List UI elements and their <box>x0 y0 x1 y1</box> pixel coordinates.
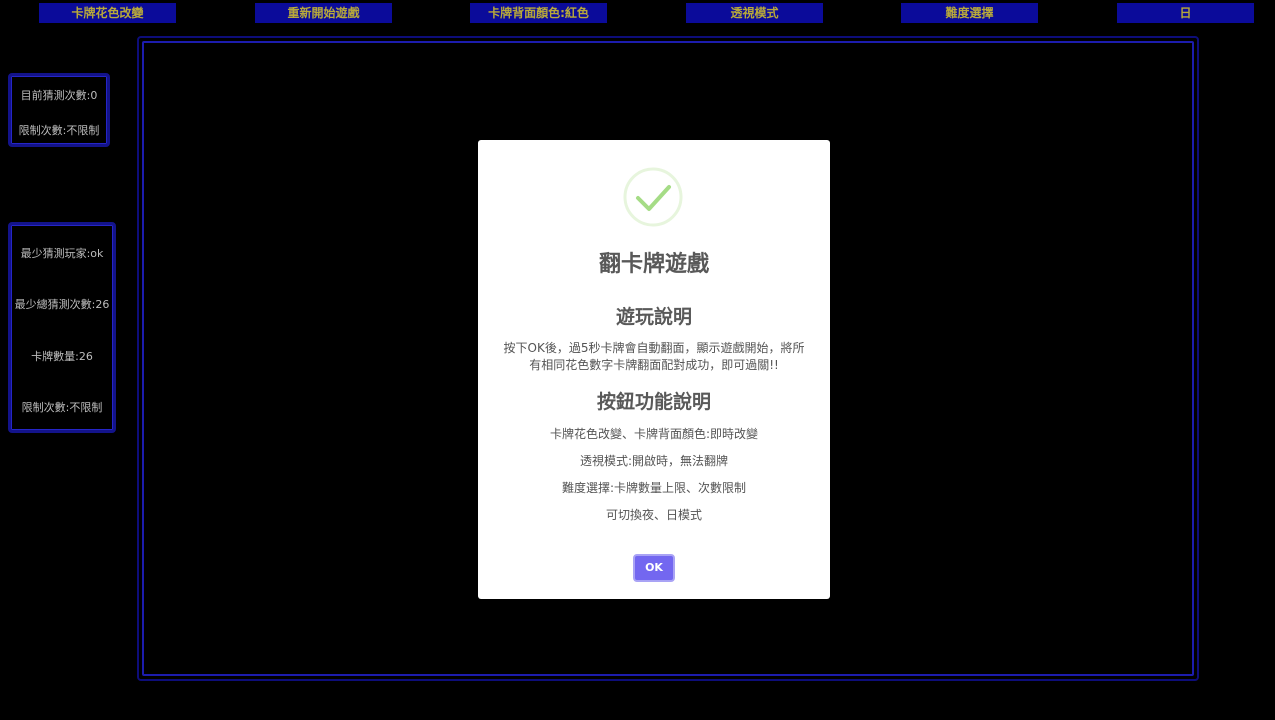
howto-text: 按下OK後，過5秒卡牌會自動翻面，顯示遊戲開始，將所有相同花色數字卡牌翻面配對成… <box>503 341 805 372</box>
status-panel: 目前猜測次數:0 限制次數:不限制 <box>8 73 110 147</box>
restart-button[interactable]: 重新開始遊戲 <box>255 3 392 23</box>
help-line: 可切換夜、日模式 <box>605 508 702 522</box>
best-total-guesses: 最少總猜測次數:26 <box>14 298 110 311</box>
buttons-title: 按鈕功能說明 <box>596 391 711 413</box>
best-player: 最少猜測玩家:ok <box>20 247 104 260</box>
help-line: 卡牌花色改變、卡牌背面顏色:即時改變 <box>549 427 759 441</box>
check-icon <box>623 167 683 227</box>
dialog-title: 翻卡牌遊戲 <box>598 252 709 277</box>
howto-title: 遊玩說明 <box>615 306 692 328</box>
record-limit: 限制次數:不限制 <box>21 401 103 414</box>
guess-limit: 限制次數:不限制 <box>18 124 100 137</box>
guess-count: 目前猜測次數:0 <box>20 89 98 102</box>
ok-button[interactable]: OK <box>633 554 675 582</box>
record-panel: 最少猜測玩家:ok 最少總猜測次數:26 卡牌數量:26 限制次數:不限制 <box>8 222 116 433</box>
suit-change-button[interactable]: 卡牌花色改變 <box>39 3 176 23</box>
help-line: 難度選擇:卡牌數量上限、次數限制 <box>561 481 747 495</box>
back-color-button[interactable]: 卡牌背面顏色:紅色 <box>470 3 607 23</box>
top-toolbar: 卡牌花色改變 重新開始遊戲 卡牌背面顏色:紅色 透視模式 難度選擇 日 <box>0 0 1275 30</box>
help-line: 透視模式:開啟時，無法翻牌 <box>579 454 729 468</box>
difficulty-button[interactable]: 難度選擇 <box>901 3 1038 23</box>
day-night-toggle[interactable]: 日 <box>1117 3 1254 23</box>
peek-mode-button[interactable]: 透視模式 <box>686 3 823 23</box>
instructions-dialog: 翻卡牌遊戲 遊玩說明 按下OK後，過5秒卡牌會自動翻面，顯示遊戲開始，將所有相同… <box>478 140 830 599</box>
card-count: 卡牌數量:26 <box>31 350 93 363</box>
